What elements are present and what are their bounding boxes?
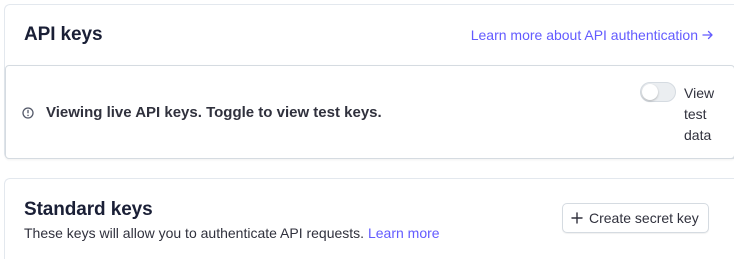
standard-keys-card: Standard keys These keys will allow you … [4, 178, 734, 259]
test-data-toggle[interactable] [640, 82, 676, 102]
toggle-knob [642, 84, 658, 100]
learn-more-auth-label: Learn more about API authentication [470, 27, 698, 43]
api-keys-card: API keys Learn more about API authentica… [4, 4, 734, 159]
learn-more-link[interactable]: Learn more [368, 225, 440, 241]
arrow-right-icon [702, 30, 713, 40]
learn-more-auth-link[interactable]: Learn more about API authentication [471, 27, 714, 43]
create-secret-key-label: Create secret key [589, 210, 699, 226]
standard-keys-description: These keys will allow you to authenticat… [24, 225, 440, 241]
banner-message: Viewing live API keys. Toggle to view te… [46, 104, 382, 121]
create-secret-key-button[interactable]: Create secret key [562, 203, 709, 233]
standard-keys-title: Standard keys [24, 199, 153, 220]
api-keys-page: API keys Learn more about API authentica… [0, 0, 734, 259]
test-data-toggle-label[interactable]: View test data [684, 83, 728, 146]
info-icon [22, 107, 34, 119]
api-keys-title: API keys [24, 24, 103, 45]
live-mode-banner: Viewing live API keys. Toggle to view te… [5, 65, 734, 159]
standard-keys-description-text: These keys will allow you to authenticat… [24, 225, 365, 241]
plus-icon [571, 212, 583, 224]
api-keys-header: API keys Learn more about API authentica… [5, 5, 734, 65]
